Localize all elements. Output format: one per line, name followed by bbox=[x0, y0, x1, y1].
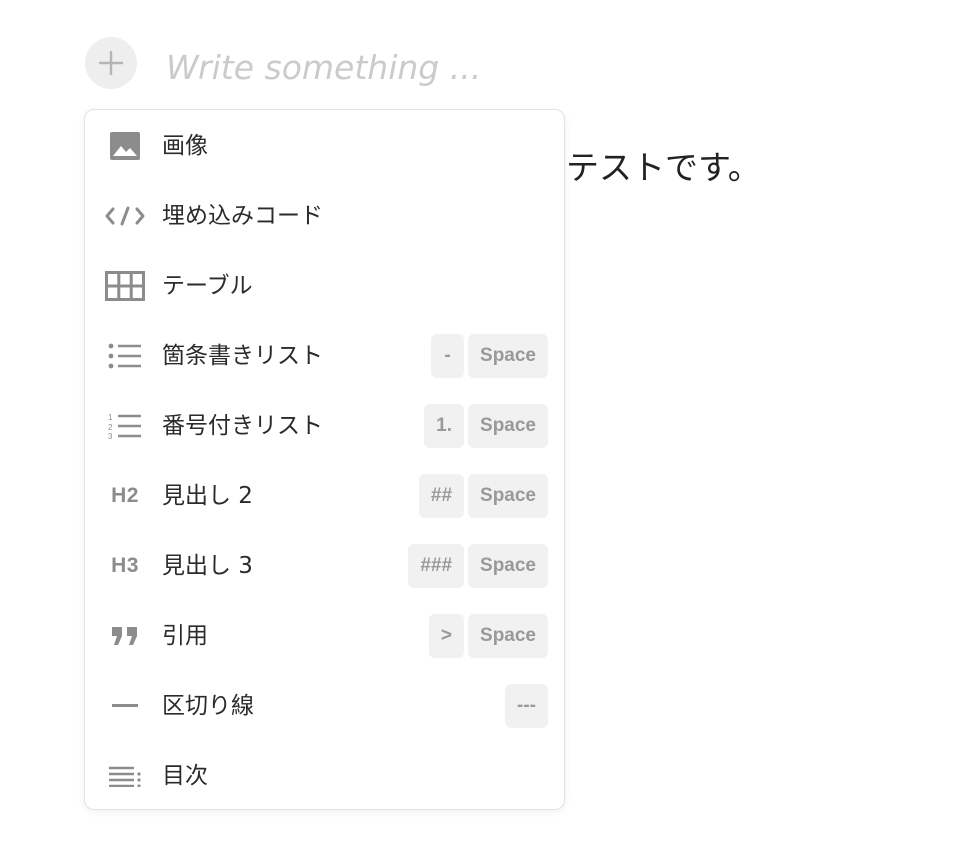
shortcut-keys: - Space bbox=[431, 334, 548, 378]
image-icon bbox=[105, 128, 145, 164]
shortcut-key: - bbox=[431, 334, 465, 378]
code-icon bbox=[105, 198, 145, 234]
heading2-icon-text: H2 bbox=[111, 484, 139, 507]
menu-item-label: 箇条書きリスト bbox=[162, 343, 323, 369]
shortcut-key: Space bbox=[468, 544, 548, 588]
svg-text:1: 1 bbox=[108, 413, 113, 422]
shortcut-key: 1. bbox=[424, 404, 465, 448]
numbered-list-icon: 1 2 3 bbox=[105, 408, 145, 444]
heading3-icon: H3 bbox=[105, 548, 145, 584]
shortcut-key: Space bbox=[468, 474, 548, 518]
menu-item-label: 見出し 2 bbox=[162, 483, 253, 509]
shortcut-key: Space bbox=[468, 404, 548, 448]
menu-item-heading-3[interactable]: H3 見出し 3 ### Space bbox=[85, 531, 564, 601]
menu-item-image[interactable]: 画像 bbox=[85, 111, 564, 181]
bullet-list-icon bbox=[105, 338, 145, 374]
menu-item-label: 区切り線 bbox=[162, 693, 254, 719]
add-block-button[interactable] bbox=[85, 37, 137, 89]
shortcut-keys: ### Space bbox=[408, 544, 548, 588]
shortcut-key: ### bbox=[408, 544, 465, 588]
shortcut-keys: 1. Space bbox=[424, 404, 548, 448]
menu-item-table[interactable]: テーブル bbox=[85, 251, 564, 321]
editor-placeholder[interactable]: Write something ... bbox=[166, 46, 481, 90]
editor-body-text[interactable]: テストです。 bbox=[566, 146, 761, 190]
menu-item-label: 目次 bbox=[162, 763, 208, 789]
menu-item-label: 画像 bbox=[162, 133, 208, 159]
shortcut-key: > bbox=[428, 614, 465, 658]
toc-icon bbox=[105, 758, 145, 794]
shortcut-key: --- bbox=[505, 684, 548, 728]
divider-icon bbox=[105, 688, 145, 724]
menu-item-bullet-list[interactable]: 箇条書きリスト - Space bbox=[85, 321, 564, 391]
menu-item-label: 番号付きリスト bbox=[162, 413, 323, 439]
shortcut-key: Space bbox=[468, 614, 548, 658]
shortcut-keys: > Space bbox=[428, 614, 548, 658]
svg-text:2: 2 bbox=[108, 423, 113, 432]
shortcut-keys: ## Space bbox=[418, 474, 548, 518]
menu-item-label: 見出し 3 bbox=[162, 553, 253, 579]
menu-item-label: テーブル bbox=[162, 273, 253, 299]
menu-item-table-of-contents[interactable]: 目次 bbox=[85, 741, 564, 811]
heading2-icon: H2 bbox=[105, 478, 145, 514]
shortcut-key: Space bbox=[468, 334, 548, 378]
menu-item-embed-code[interactable]: 埋め込みコード bbox=[85, 181, 564, 251]
menu-item-label: 引用 bbox=[162, 623, 208, 649]
svg-text:3: 3 bbox=[108, 432, 113, 440]
plus-icon bbox=[98, 50, 124, 76]
menu-item-label: 埋め込みコード bbox=[162, 203, 323, 229]
menu-item-quote[interactable]: 引用 > Space bbox=[85, 601, 564, 671]
heading3-icon-text: H3 bbox=[111, 554, 139, 577]
table-icon bbox=[105, 268, 145, 304]
menu-item-heading-2[interactable]: H2 見出し 2 ## Space bbox=[85, 461, 564, 531]
menu-item-numbered-list[interactable]: 1 2 3 番号付きリスト 1. Space bbox=[85, 391, 564, 461]
block-insert-menu: 画像 埋め込みコード テーブル 箇条書きリスト - Space 1 2 3 番号… bbox=[84, 109, 565, 810]
editor-page: Write something ... テストです。 画像 埋め込みコード テー… bbox=[0, 0, 954, 864]
menu-item-divider[interactable]: 区切り線 --- bbox=[85, 671, 564, 741]
quote-icon bbox=[105, 618, 145, 654]
shortcut-keys: --- bbox=[505, 684, 548, 728]
shortcut-key: ## bbox=[418, 474, 465, 518]
